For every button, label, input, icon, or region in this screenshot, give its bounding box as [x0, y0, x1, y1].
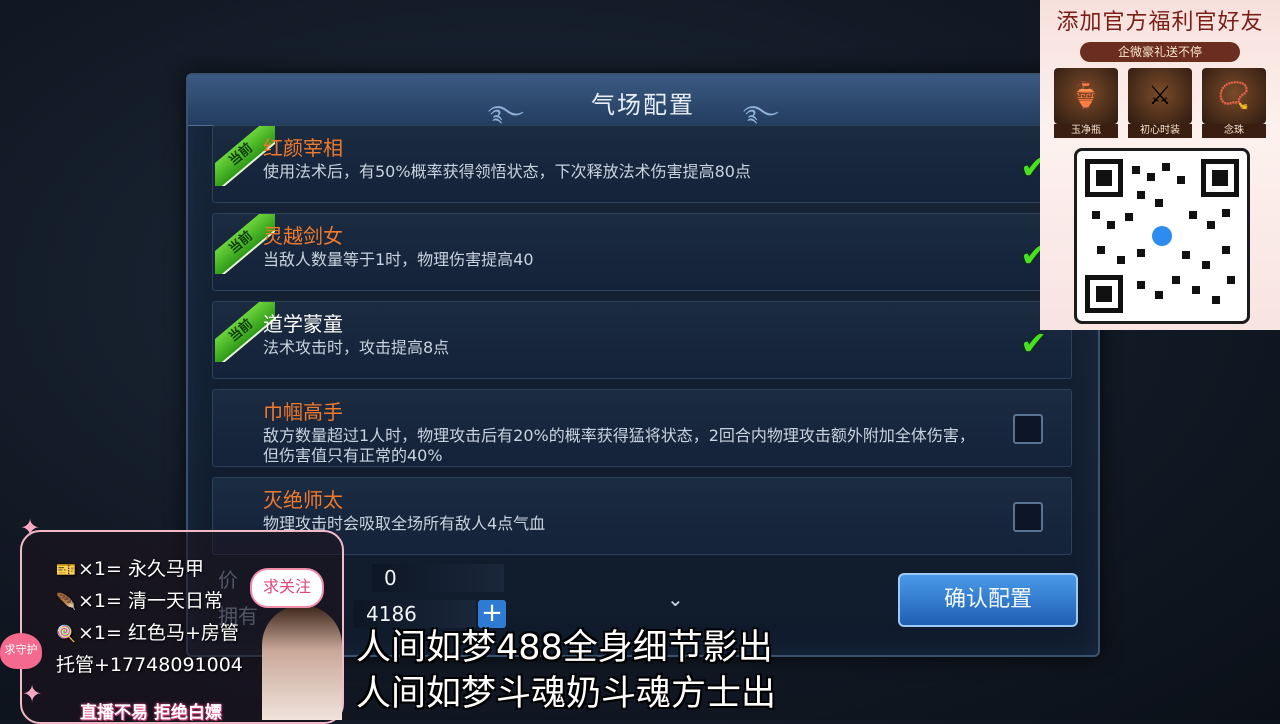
checkbox[interactable]: [1013, 502, 1043, 532]
feather-icon: 🪶: [56, 592, 76, 611]
vase-icon: 🏺: [1054, 68, 1118, 124]
ticket-icon: 🎫: [56, 560, 76, 579]
ad-title: 添加官方福利官好友: [1056, 10, 1264, 35]
subtitle-line: 人间如梦斗魂奶斗魂方士出: [356, 674, 777, 714]
streamer-video: [262, 605, 342, 720]
chevron-down-icon[interactable]: ⌄: [667, 587, 684, 611]
aura-name: 红颜宰相: [263, 136, 343, 160]
aura-item[interactable]: 当前 道学蒙童 法术攻击时，攻击提高8点 ✔: [212, 301, 1072, 379]
beads-icon: 📿: [1202, 68, 1266, 124]
aura-name: 灵越剑女: [263, 224, 343, 248]
perk-item: 🎫 ×1= 永久马甲: [56, 558, 204, 580]
perk-item: 🪶 ×1= 清一天日常: [56, 590, 223, 612]
aura-desc: 当敌人数量等于1时，物理伤害提高40: [263, 250, 534, 269]
aura-name: 巾帼高手: [263, 400, 343, 424]
aura-desc: 敌方数量超过1人时，物理攻击后有20%的概率获得猛将状态，2回合内物理攻击额外附…: [263, 426, 975, 465]
aura-desc: 法术攻击时，攻击提高8点: [263, 338, 450, 357]
star-icon: ✦: [22, 680, 43, 708]
perk-item: 🍭 ×1= 红色马+房管: [56, 622, 239, 644]
confirm-config-button[interactable]: 确认配置: [898, 573, 1078, 627]
perk-item: 托管+17748091004: [56, 654, 243, 676]
ad-subtitle: 企微豪礼送不停: [1080, 42, 1240, 62]
qr-pattern: [1092, 163, 1235, 304]
dialog-title: 气场配置: [591, 91, 695, 119]
gift-item: ⚔ 初心时装: [1128, 68, 1192, 138]
stream-tagline: 直播不易 拒绝白嫖: [80, 703, 222, 723]
aura-name: 道学蒙童: [263, 312, 343, 336]
gift-label: 玉净瓶: [1054, 124, 1118, 138]
lollipop-icon: 🍭: [56, 624, 76, 643]
gift-item: 🏺 玉净瓶: [1054, 68, 1118, 138]
gift-label: 初心时装: [1128, 124, 1192, 138]
aura-name: 灭绝师太: [263, 488, 343, 512]
heart-badge: 求守护: [0, 633, 42, 669]
aura-desc: 使用法术后，有50%概率获得领悟状态，下次释放法术伤害提高80点: [263, 162, 751, 181]
aura-item[interactable]: 巾帼高手 敌方数量超过1人时，物理攻击后有20%的概率获得猛将状态，2回合内物理…: [212, 389, 1072, 467]
qr-code: [1074, 148, 1250, 324]
plus-icon[interactable]: +: [478, 600, 506, 628]
dialog-header: ࿐ 气场配置 ࿐: [188, 75, 1098, 127]
price-value: 0: [372, 564, 504, 592]
checkbox[interactable]: [1013, 414, 1043, 444]
costume-icon: ⚔: [1128, 68, 1192, 124]
star-icon: ✦: [20, 514, 41, 542]
gift-item: 📿 念珠: [1202, 68, 1266, 138]
subtitle-line: 人间如梦488全身细节影出: [356, 628, 773, 668]
gift-label: 念珠: [1202, 124, 1266, 138]
owned-value: 4186: [354, 600, 476, 628]
aura-item[interactable]: 当前 灵越剑女 当敌人数量等于1时，物理伤害提高40 ✔: [212, 213, 1072, 291]
aura-item[interactable]: 当前 红颜宰相 使用法术后，有50%概率获得领悟状态，下次释放法术伤害提高80点…: [212, 125, 1072, 203]
aura-desc: 物理攻击时会吸取全场所有敌人4点气血: [263, 514, 546, 533]
follow-bubble[interactable]: 求关注: [250, 568, 324, 608]
